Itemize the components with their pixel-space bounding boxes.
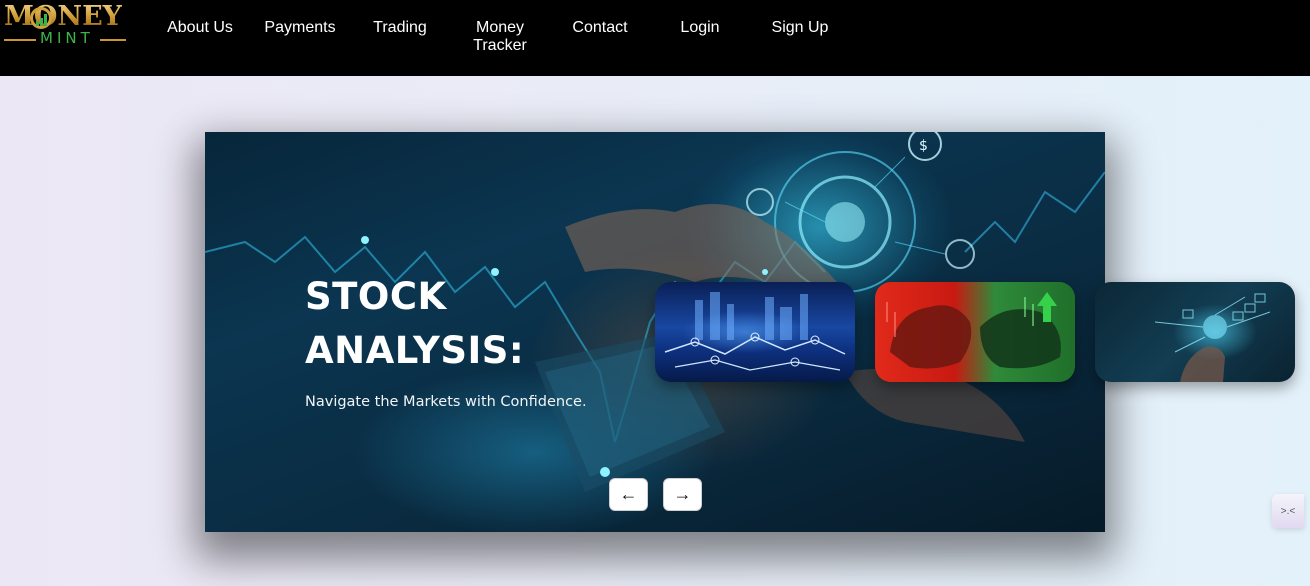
logo-bar-chart-icon xyxy=(36,14,48,26)
floating-widget-tab[interactable]: >.< xyxy=(1272,494,1304,528)
chat-face-icon: >.< xyxy=(1280,505,1296,517)
top-navbar: MONEY MINT About Us Payments Trading Mon… xyxy=(0,0,1310,76)
hero-text-block: STOCK ANALYSIS: Navigate the Markets wit… xyxy=(305,270,625,410)
digital-finance-thumbnail[interactable] xyxy=(1095,282,1295,382)
svg-text:$: $ xyxy=(919,138,928,154)
nav-payments[interactable]: Payments xyxy=(250,19,350,37)
logo-wordmark-top: MONEY xyxy=(4,1,122,32)
logo-wordmark-bottom: MINT xyxy=(40,29,94,47)
nav-about-us[interactable]: About Us xyxy=(150,19,250,37)
logo-divider-right xyxy=(100,39,126,41)
digital-finance-image xyxy=(1154,293,1271,382)
arrow-left-icon: ← xyxy=(619,484,638,504)
logo-divider-left xyxy=(4,39,36,41)
arrow-right-icon: → xyxy=(673,484,692,504)
nav-login[interactable]: Login xyxy=(650,19,750,37)
hero-subtitle: Navigate the Markets with Confidence. xyxy=(305,394,587,410)
nav-sign-up[interactable]: Sign Up xyxy=(750,19,850,37)
hero-title: STOCK ANALYSIS: xyxy=(305,275,525,372)
bear-bull-image xyxy=(886,292,1061,369)
money-mint-logo[interactable]: MONEY MINT xyxy=(4,2,128,48)
bear-bull-thumbnail[interactable] xyxy=(875,282,1075,382)
nav-money-tracker[interactable]: Money Tracker xyxy=(450,19,550,55)
nav-contact[interactable]: Contact xyxy=(550,19,650,37)
city-network-image xyxy=(664,292,846,371)
city-network-thumbnail[interactable] xyxy=(655,282,855,382)
carousel-prev-button[interactable]: ← xyxy=(609,478,648,511)
nav-trading[interactable]: Trading xyxy=(350,19,450,37)
carousel-next-button[interactable]: → xyxy=(663,478,702,511)
